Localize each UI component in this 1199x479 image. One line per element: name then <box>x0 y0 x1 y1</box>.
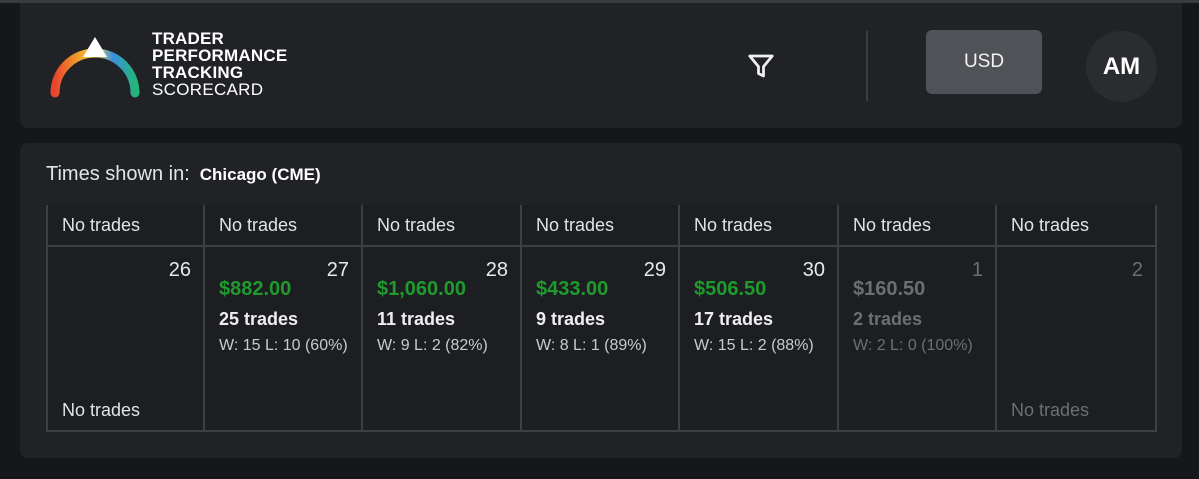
day-pnl: $882.00 <box>219 278 292 300</box>
week-cell[interactable]: No trades <box>997 205 1157 247</box>
day-trade-count: 9 trades <box>536 309 606 329</box>
timezone-value[interactable]: Chicago (CME) <box>200 165 321 184</box>
day-win-loss: W: 2 L: 0 (100%) <box>853 337 973 354</box>
no-trades-label: No trades <box>536 215 615 235</box>
day-win-loss: W: 9 L: 2 (82%) <box>377 337 488 354</box>
no-trades-label: No trades <box>377 215 456 235</box>
day-cell-26[interactable]: 26 No trades <box>46 247 205 432</box>
app-header: TRADER PERFORMANCE TRACKING SCORECARD US… <box>20 3 1182 128</box>
day-cell-27[interactable]: 27 $882.00 25 trades W: 15 L: 10 (60%) <box>205 247 363 432</box>
day-cell-28[interactable]: 28 $1,060.00 11 trades W: 9 L: 2 (82%) <box>363 247 522 432</box>
avatar[interactable]: AM <box>1086 31 1157 102</box>
calendar-grid: No trades No trades No trades No trades … <box>46 205 1157 432</box>
week-cell[interactable]: No trades <box>522 205 680 247</box>
brand-line-4: SCORECARD <box>152 80 264 99</box>
no-trades-label: No trades <box>219 215 298 235</box>
day-number: 27 <box>326 259 349 281</box>
week-cell[interactable]: No trades <box>680 205 839 247</box>
timezone-row: Times shown in: Chicago (CME) <box>46 163 321 186</box>
day-win-loss: W: 15 L: 10 (60%) <box>219 337 348 354</box>
week-cell[interactable]: No trades <box>205 205 363 247</box>
day-pnl: $1,060.00 <box>377 278 466 300</box>
day-number: 28 <box>485 259 508 281</box>
day-cell-30[interactable]: 30 $506.50 17 trades W: 15 L: 2 (88%) <box>680 247 839 432</box>
header-divider <box>866 31 868 101</box>
day-win-loss: W: 8 L: 1 (89%) <box>536 337 647 354</box>
week-cell[interactable]: No trades <box>46 205 205 247</box>
day-trade-count: 11 trades <box>377 309 456 329</box>
day-number: 26 <box>168 259 191 281</box>
gauge-logo-icon <box>50 37 140 98</box>
day-number: 30 <box>802 259 825 281</box>
day-pnl: $160.50 <box>853 278 926 300</box>
day-trade-count: 17 trades <box>694 309 774 329</box>
day-number: 1 <box>971 259 983 281</box>
day-number: 2 <box>1131 259 1143 281</box>
currency-button[interactable]: USD <box>926 30 1042 94</box>
day-pnl: $506.50 <box>694 278 767 300</box>
no-trades-label: No trades <box>62 400 141 420</box>
no-trades-label: No trades <box>853 215 932 235</box>
brand-line-2: PERFORMANCE <box>152 46 288 65</box>
brand-line-1: TRADER <box>152 29 225 48</box>
week-cell[interactable]: No trades <box>363 205 522 247</box>
no-trades-label: No trades <box>62 215 141 235</box>
day-win-loss: W: 15 L: 2 (88%) <box>694 337 814 354</box>
no-trades-label: No trades <box>1011 400 1090 420</box>
day-trade-count: 2 trades <box>853 309 923 329</box>
calendar-panel: Times shown in: Chicago (CME) No trades N… <box>20 143 1182 458</box>
no-trades-label: No trades <box>1011 215 1090 235</box>
week-cell[interactable]: No trades <box>839 205 997 247</box>
day-cell-29[interactable]: 29 $433.00 9 trades W: 8 L: 1 (89%) <box>522 247 680 432</box>
day-trade-count: 25 trades <box>219 309 299 329</box>
filter-icon[interactable] <box>746 51 776 81</box>
brand-wordmark: TRADER PERFORMANCE TRACKING SCORECARD <box>152 30 287 98</box>
brand-line-3: TRACKING <box>152 63 244 82</box>
day-cell-2[interactable]: 2 No trades <box>997 247 1157 432</box>
day-cell-1[interactable]: 1 $160.50 2 trades W: 2 L: 0 (100%) <box>839 247 997 432</box>
day-number: 29 <box>643 259 666 281</box>
no-trades-label: No trades <box>694 215 773 235</box>
timezone-label: Times shown in: <box>46 163 190 185</box>
day-pnl: $433.00 <box>536 278 609 300</box>
